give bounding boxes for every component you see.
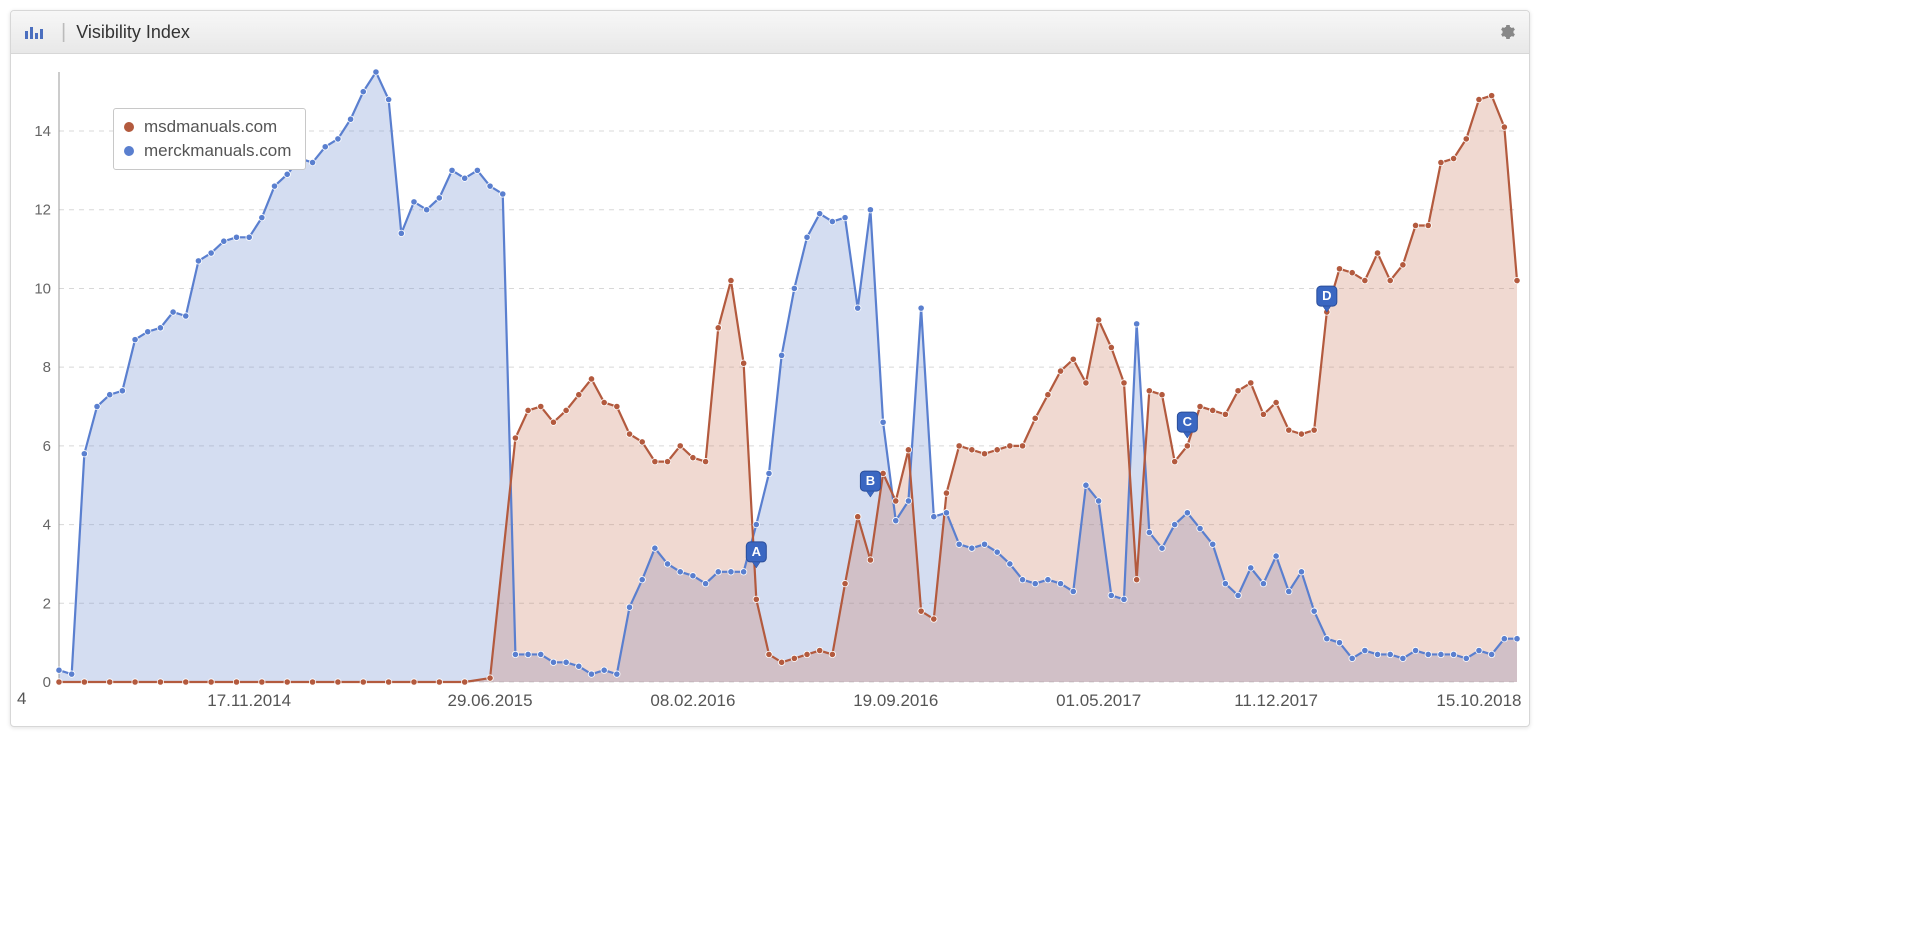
chart-area: 0 2 4 6 8 10 12 14 4 17.11.2014 29.06.2015 08.02.20… [11,54,1529,726]
chart-panel: | Visibility Index 0 2 4 6 8 10 12 14 4 17.11.201… [10,10,1530,727]
bar-chart-icon [25,25,43,39]
legend-item-msdmanuals[interactable]: msdmanuals.com [124,115,291,139]
svg-text:01.05.2017: 01.05.2017 [1056,691,1141,710]
gear-icon[interactable] [1499,24,1515,40]
panel-title: Visibility Index [76,22,190,43]
svg-text:4: 4 [17,689,26,708]
svg-text:A: A [752,544,762,559]
svg-text:11.12.2017: 11.12.2017 [1234,691,1318,710]
svg-text:12: 12 [34,202,51,219]
svg-text:17.11.2014: 17.11.2014 [207,691,291,710]
svg-text:14: 14 [34,123,51,140]
header-separator: | [61,21,66,44]
svg-text:6: 6 [43,438,51,455]
svg-text:0: 0 [43,674,51,691]
svg-text:19.09.2016: 19.09.2016 [853,691,938,710]
svg-text:08.02.2016: 08.02.2016 [650,691,735,710]
svg-text:29.06.2015: 29.06.2015 [448,691,533,710]
svg-text:C: C [1183,414,1193,429]
svg-text:B: B [866,473,875,488]
svg-text:D: D [1322,288,1331,303]
svg-text:8: 8 [43,359,51,376]
legend-label-series2: merckmanuals.com [144,141,291,161]
panel-header: | Visibility Index [11,11,1529,54]
legend-item-merckmanuals[interactable]: merckmanuals.com [124,139,291,163]
legend-label-series1: msdmanuals.com [144,117,277,137]
legend-dot-series1 [124,122,134,132]
legend: msdmanuals.com merckmanuals.com [113,108,306,170]
svg-text:10: 10 [34,280,51,297]
svg-text:15.10.2018: 15.10.2018 [1436,691,1521,710]
legend-dot-series2 [124,146,134,156]
svg-text:2: 2 [43,595,51,612]
svg-text:4: 4 [43,517,51,534]
